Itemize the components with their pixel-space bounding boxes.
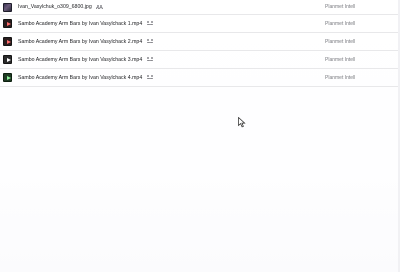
file-row[interactable]: Ivan_Vasylchuk_o309_6800.jpg Planmet Int…	[0, 0, 400, 15]
shared-people-icon	[146, 57, 154, 62]
file-row[interactable]: Sambo Academy Arm Bars by Ivan Vasylchac…	[0, 33, 400, 51]
shared-people-icon	[146, 75, 154, 80]
file-name-row: Sambo Academy Arm Bars by Ivan Vasylchac…	[18, 21, 154, 27]
file-owner: Planmet Intell	[325, 38, 356, 45]
file-owner: Planmet Intell	[325, 74, 356, 81]
play-icon	[7, 40, 11, 44]
file-owner: Planmet Intell	[325, 4, 356, 10]
play-icon	[7, 58, 11, 62]
file-name: Sambo Academy Arm Bars by Ivan Vasylchac…	[18, 20, 143, 27]
video-thumbnail-icon	[3, 37, 12, 46]
file-name-row: Sambo Academy Arm Bars by Ivan Vasylchac…	[18, 57, 154, 63]
file-name-row: Ivan_Vasylchuk_o309_6800.jpg	[18, 4, 103, 10]
file-name-row: Sambo Academy Arm Bars by Ivan Vasylchac…	[18, 39, 154, 45]
mouse-pointer-icon	[238, 117, 246, 128]
video-thumbnail-icon	[3, 55, 12, 64]
video-thumbnail-icon	[3, 19, 12, 28]
shared-people-icon	[96, 4, 103, 9]
file-owner: Planmet Intell	[325, 20, 356, 27]
file-owner: Planmet Intell	[325, 56, 356, 63]
file-row[interactable]: Sambo Academy Arm Bars by Ivan Vasylchac…	[0, 51, 400, 69]
file-name: Sambo Academy Arm Bars by Ivan Vasylchac…	[18, 56, 143, 63]
file-name: Ivan_Vasylchuk_o309_6800.jpg	[18, 4, 92, 10]
file-row[interactable]: Sambo Academy Arm Bars by Ivan Vasylchac…	[0, 69, 400, 87]
file-name-row: Sambo Academy Arm Bars by Ivan Vasylchac…	[18, 75, 154, 81]
play-icon	[7, 22, 11, 26]
video-thumbnail-icon	[3, 73, 12, 82]
file-name: Sambo Academy Arm Bars by Ivan Vasylchac…	[18, 74, 143, 81]
file-row[interactable]: Sambo Academy Arm Bars by Ivan Vasylchac…	[0, 15, 400, 33]
play-icon	[7, 76, 11, 80]
shared-people-icon	[146, 21, 154, 26]
drive-file-browser: Ivan_Vasylchuk_o309_6800.jpg Planmet Int…	[0, 0, 400, 272]
shared-people-icon	[146, 39, 154, 44]
image-thumbnail-icon	[3, 2, 12, 12]
file-name: Sambo Academy Arm Bars by Ivan Vasylchac…	[18, 38, 143, 45]
file-list: Ivan_Vasylchuk_o309_6800.jpg Planmet Int…	[0, 0, 400, 87]
